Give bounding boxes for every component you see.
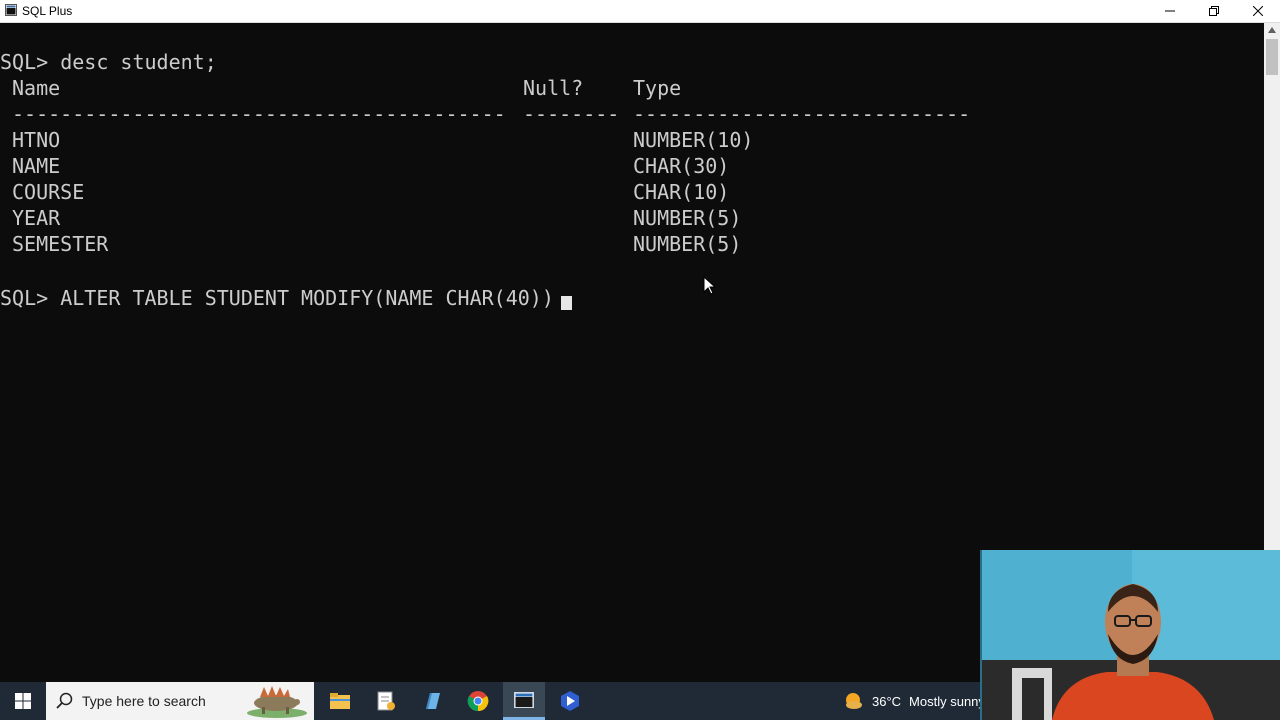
close-button[interactable] <box>1236 0 1280 22</box>
window-title: SQL Plus <box>22 4 73 18</box>
row-name: SEMESTER <box>12 232 109 256</box>
taskbar-sql-plus[interactable] <box>503 682 545 720</box>
separator-name: ----------------------------------------… <box>12 102 506 126</box>
separator-type: ---------------------------- <box>633 102 971 126</box>
row-name: HTNO <box>12 128 61 152</box>
file-explorer-icon <box>330 693 350 709</box>
weather-widget[interactable]: 36°C Mostly sunny <box>842 682 985 720</box>
scroll-thumb[interactable] <box>1266 39 1278 75</box>
command-line-alter[interactable]: SQL> ALTER TABLE STUDENT MODIFY(NAME CHA… <box>0 285 554 311</box>
sql-plus-icon <box>514 691 534 708</box>
row-name: COURSE <box>12 180 85 204</box>
app-icon <box>426 693 440 709</box>
command-line-desc: SQL> desc student; <box>0 50 217 74</box>
header-name: Name <box>12 76 61 100</box>
header-type: Type <box>633 76 682 100</box>
minimize-button[interactable] <box>1148 0 1192 22</box>
separator-null: -------- <box>523 102 620 126</box>
row-type: CHAR(30) <box>633 154 730 178</box>
row-name: NAME <box>12 154 61 178</box>
text-cursor <box>561 296 572 310</box>
app-blue-icon <box>561 691 579 711</box>
row-type: NUMBER(5) <box>633 206 742 230</box>
row-type: CHAR(10) <box>633 180 730 204</box>
search-placeholder: Type here to search <box>82 693 206 709</box>
restore-button[interactable] <box>1192 0 1236 22</box>
row-type: NUMBER(5) <box>633 232 742 256</box>
search-highlight-dinosaur-icon <box>247 686 307 718</box>
taskbar-app-blue[interactable] <box>550 682 590 720</box>
close-icon <box>1253 6 1263 16</box>
partly-sunny-icon <box>846 693 862 709</box>
taskbar-chrome[interactable] <box>458 682 498 720</box>
weather-description: Mostly sunny <box>909 693 985 709</box>
title-bar[interactable]: SQL Plus <box>0 0 1280 23</box>
windows-logo-icon <box>15 693 31 709</box>
header-null: Null? <box>523 76 584 100</box>
weather-temperature: 36°C <box>872 693 902 709</box>
presenter-video-image <box>982 550 1280 720</box>
restore-icon <box>1209 6 1219 16</box>
notepad-icon <box>377 691 395 711</box>
taskbar-notepad[interactable] <box>366 682 406 720</box>
taskbar-search-box[interactable]: Type here to search <box>46 682 314 720</box>
taskbar-file-explorer[interactable] <box>320 682 360 720</box>
mouse-pointer-icon <box>703 276 717 295</box>
search-icon <box>56 692 73 709</box>
start-button[interactable] <box>0 682 46 720</box>
sqlplus-app-icon <box>5 4 17 16</box>
taskbar-app[interactable] <box>412 682 452 720</box>
row-type: NUMBER(10) <box>633 128 754 152</box>
webcam-overlay <box>980 550 1280 720</box>
scroll-up-arrow-icon[interactable] <box>1268 27 1276 33</box>
chrome-icon <box>467 691 489 712</box>
minimize-icon <box>1165 10 1175 12</box>
row-name: YEAR <box>12 206 61 230</box>
